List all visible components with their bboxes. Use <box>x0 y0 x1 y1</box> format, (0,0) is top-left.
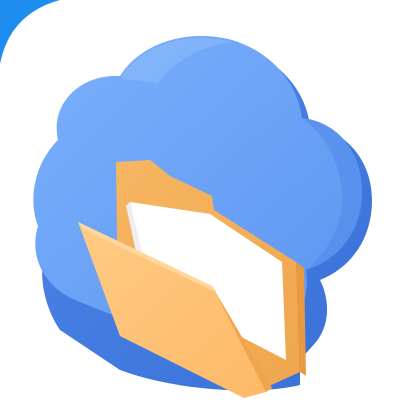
corner-accent <box>0 0 60 64</box>
app-icon-canvas <box>0 0 407 408</box>
cloud-folder-icon <box>0 0 372 398</box>
